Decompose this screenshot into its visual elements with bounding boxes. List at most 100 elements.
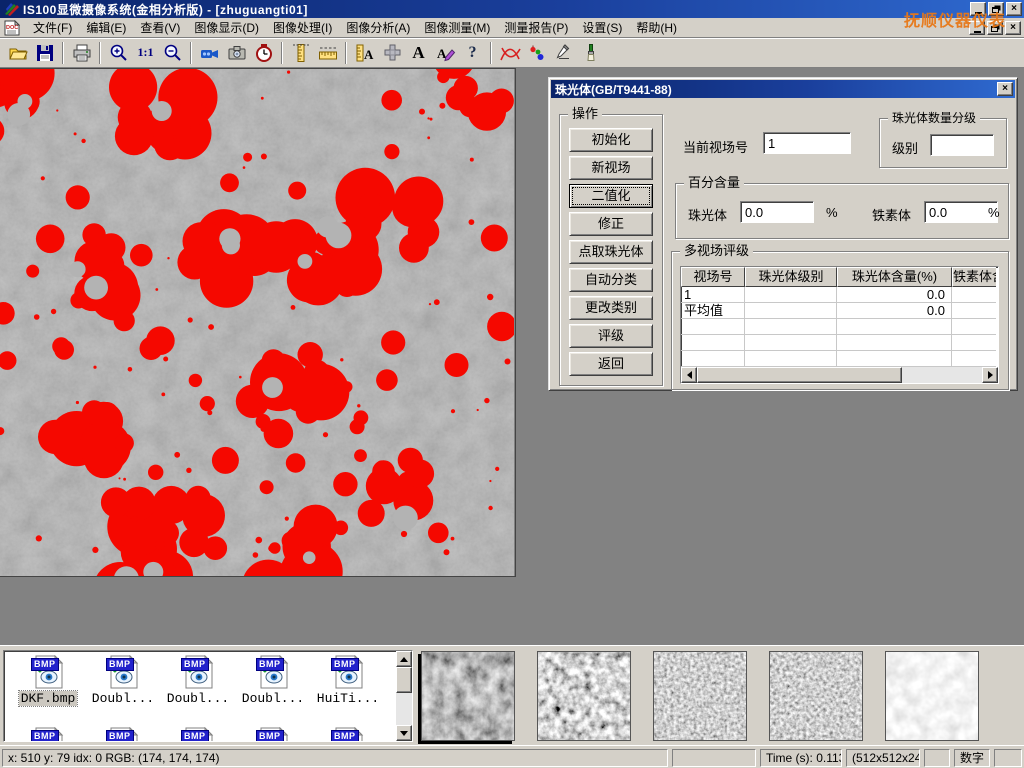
- menu-item-file[interactable]: 文件(F): [26, 17, 79, 38]
- horizontal-ruler-button[interactable]: [315, 40, 340, 65]
- file-name[interactable]: Doubl...: [240, 691, 306, 706]
- file-item[interactable]: BMP: [312, 727, 384, 742]
- dialog-title-bar[interactable]: 珠光体(GB/T9441-88) ×: [551, 80, 1015, 98]
- save-button[interactable]: [32, 40, 57, 65]
- file-list-scrollbar[interactable]: [396, 651, 412, 741]
- menu-item-image-measure[interactable]: 图像测量(M): [417, 17, 497, 38]
- restore-button[interactable]: [988, 2, 1004, 16]
- curve-tool-button[interactable]: [497, 40, 522, 65]
- initialize-button[interactable]: 初始化: [569, 128, 653, 152]
- col-pearlite-content[interactable]: 珠光体含量(%): [837, 267, 952, 287]
- bmp-badge: BMP: [331, 730, 359, 742]
- timer-button[interactable]: [251, 40, 276, 65]
- auto-classify-button[interactable]: 自动分类: [569, 268, 653, 292]
- thumbnail-2[interactable]: [537, 651, 631, 741]
- dialog-close-button[interactable]: ×: [997, 82, 1013, 96]
- micrograph-image[interactable]: [0, 68, 516, 577]
- pick-pearlite-button[interactable]: 点取珠光体: [569, 240, 653, 264]
- scroll-right-button[interactable]: [982, 367, 998, 383]
- thumbnail-1[interactable]: [421, 651, 515, 741]
- document-icon[interactable]: DOC: [4, 20, 20, 36]
- pointer-pen-button[interactable]: [551, 40, 576, 65]
- menu-item-settings[interactable]: 设置(S): [575, 17, 629, 38]
- menu-item-help[interactable]: 帮助(H): [629, 17, 684, 38]
- ferrite-percent-input[interactable]: [924, 201, 998, 223]
- print-button[interactable]: [69, 40, 94, 65]
- file-item[interactable]: BMP Doubl...: [237, 655, 309, 706]
- file-item[interactable]: BMP Doubl...: [162, 655, 234, 706]
- pearlite-percent-input[interactable]: [740, 201, 814, 223]
- printer-icon: [72, 43, 92, 63]
- camera-icon: [227, 43, 247, 63]
- zoom-out-button[interactable]: [160, 40, 185, 65]
- cell: [745, 287, 837, 303]
- file-item[interactable]: BMP: [162, 727, 234, 742]
- file-item[interactable]: BMP: [12, 727, 84, 742]
- menu-item-image-process[interactable]: 图像处理(I): [266, 17, 339, 38]
- table-row[interactable]: 1 0.0: [681, 287, 998, 303]
- measure-label-button[interactable]: A: [352, 40, 377, 65]
- particle-analysis-button[interactable]: [524, 40, 549, 65]
- vertical-ruler-button[interactable]: [288, 40, 313, 65]
- file-item[interactable]: BMP DKF.bmp: [12, 655, 84, 706]
- scrollbar-thumb[interactable]: [697, 367, 902, 383]
- file-item[interactable]: BMP: [237, 727, 309, 742]
- app-icon: [4, 2, 20, 16]
- percent-group: 百分含量 珠光体 % 铁素体 %: [675, 183, 1009, 239]
- table-header-row: 视场号 珠光体级别 珠光体含量(%) 铁素体含量(%): [681, 267, 998, 287]
- menu-item-view[interactable]: 查看(V): [133, 17, 187, 38]
- help-button[interactable]: ?: [460, 40, 485, 65]
- correct-button[interactable]: 修正: [569, 212, 653, 236]
- open-file-button[interactable]: [5, 40, 30, 65]
- file-name[interactable]: DKF.bmp: [19, 691, 78, 706]
- multifield-table: 视场号 珠光体级别 珠光体含量(%) 铁素体含量(%) 1 0.0 平均值: [680, 266, 999, 384]
- menu-item-measure-report[interactable]: 测量报告(P): [497, 17, 575, 38]
- thumbnail-5[interactable]: [885, 651, 979, 741]
- current-field-input[interactable]: [763, 132, 851, 154]
- file-item[interactable]: BMP Doubl...: [87, 655, 159, 706]
- new-field-button[interactable]: 新视场: [569, 156, 653, 180]
- file-item[interactable]: BMP HuiTi...: [312, 655, 384, 706]
- change-class-button[interactable]: 更改类别: [569, 296, 653, 320]
- file-item[interactable]: BMP: [87, 727, 159, 742]
- menu-item-image-display[interactable]: 图像显示(D): [187, 17, 266, 38]
- table-horizontal-scrollbar[interactable]: [681, 367, 998, 383]
- child-close-button[interactable]: ×: [1005, 21, 1021, 35]
- pearlite-label: 珠光体: [688, 205, 727, 224]
- camera-button[interactable]: [224, 40, 249, 65]
- actual-size-button[interactable]: 1:1: [133, 40, 158, 65]
- zoom-in-button[interactable]: [106, 40, 131, 65]
- text-button[interactable]: A: [406, 40, 431, 65]
- menu-item-image-analysis[interactable]: 图像分析(A): [339, 17, 417, 38]
- close-button[interactable]: ×: [1006, 2, 1022, 16]
- percent-sign: %: [988, 205, 1000, 220]
- thumbnail-4[interactable]: [769, 651, 863, 741]
- bmp-badge: BMP: [181, 658, 209, 671]
- col-ferrite-content[interactable]: 铁素体含量(%): [952, 267, 996, 287]
- child-minimize-button[interactable]: [969, 21, 985, 35]
- minimize-button[interactable]: [970, 2, 986, 16]
- menu-item-edit[interactable]: 编辑(E): [79, 17, 133, 38]
- annotate-button[interactable]: A: [433, 40, 458, 65]
- col-field-number[interactable]: 视场号: [681, 267, 745, 287]
- scroll-left-button[interactable]: [681, 367, 697, 383]
- file-name[interactable]: Doubl...: [90, 691, 156, 706]
- grid-button[interactable]: [379, 40, 404, 65]
- grade-input[interactable]: [930, 134, 994, 156]
- grade-button[interactable]: 评级: [569, 324, 653, 348]
- table-row[interactable]: 平均值 0.0: [681, 303, 998, 319]
- return-button[interactable]: 返回: [569, 352, 653, 376]
- scroll-down-button[interactable]: [396, 725, 412, 741]
- bmp-badge: BMP: [31, 730, 59, 742]
- file-name[interactable]: Doubl...: [165, 691, 231, 706]
- thumbnail-3[interactable]: [653, 651, 747, 741]
- file-name[interactable]: HuiTi...: [315, 691, 381, 706]
- child-restore-button[interactable]: [987, 21, 1003, 35]
- col-pearlite-grade[interactable]: 珠光体级别: [745, 267, 837, 287]
- video-capture-button[interactable]: [197, 40, 222, 65]
- scroll-up-button[interactable]: [396, 651, 412, 667]
- brush-button[interactable]: [578, 40, 603, 65]
- binarize-button[interactable]: 二值化: [569, 184, 653, 208]
- file-browser[interactable]: BMP DKF.bmp BMP Doubl... BMP Doubl... BM…: [3, 650, 413, 742]
- scrollbar-thumb[interactable]: [396, 667, 412, 693]
